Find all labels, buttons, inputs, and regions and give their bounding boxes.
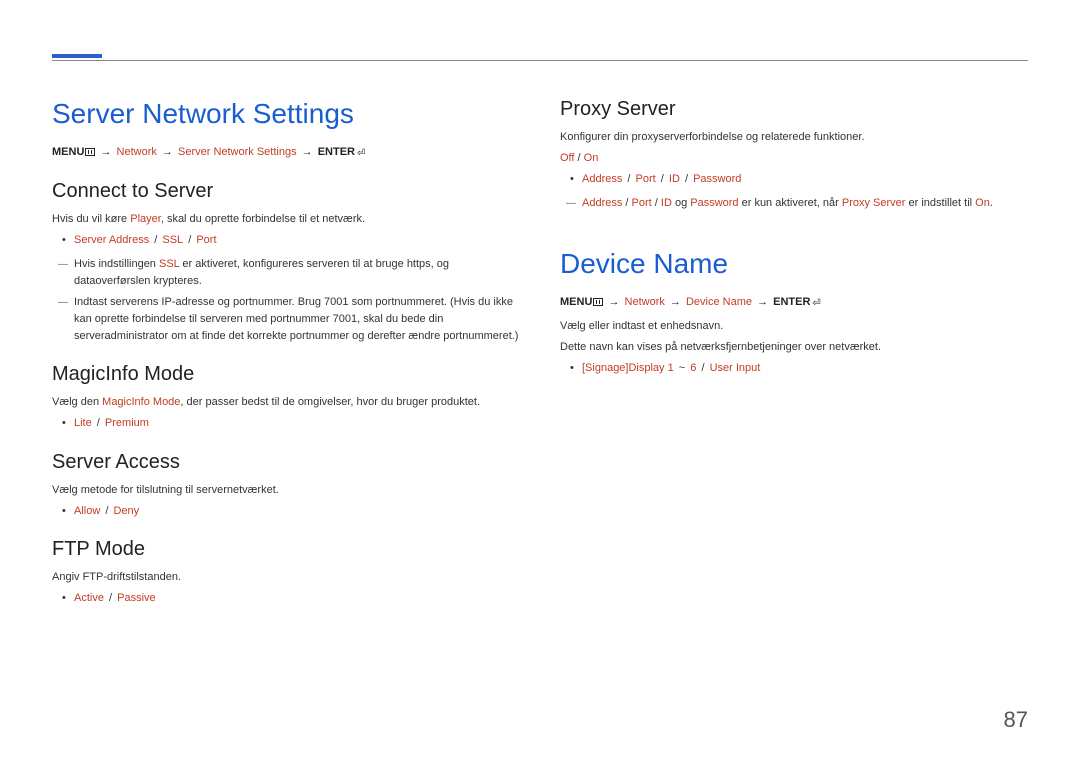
connect-note-port: Indtast serverens IP-adresse og portnumm… [52, 294, 520, 345]
device-line2: Dette navn kan vises på netværksfjernbet… [560, 339, 1028, 356]
breadcrumb-server-network: MENU → Network → Server Network Settings… [52, 144, 520, 162]
heading-connect-to-server: Connect to Server [52, 180, 520, 203]
breadcrumb-sns: Server Network Settings [178, 146, 297, 158]
menu-icon-2 [593, 298, 603, 306]
connect-note-ssl: Hvis indstillingen SSL er aktiveret, kon… [52, 256, 520, 290]
breadcrumb-enter: ENTER [318, 146, 355, 158]
breadcrumb-menu-2: MENU [560, 296, 592, 308]
header-accent [52, 54, 102, 58]
proxy-intro: Konfigurer din proxyserverforbindelse og… [560, 129, 1028, 146]
page-number: 87 [1004, 707, 1028, 733]
magic-options: Lite / Premium [52, 415, 520, 433]
access-options: Allow / Deny [52, 503, 520, 521]
enter-icon-2: ⏎ [812, 296, 820, 312]
heading-server-network-settings: Server Network Settings [52, 98, 520, 130]
breadcrumb-device-name: MENU → Network → Device Name → ENTER⏎ [560, 294, 1028, 312]
proxy-toggle: Off / On [560, 150, 1028, 167]
option-server-address: Server Address / SSL / Port [74, 232, 520, 250]
enter-icon: ⏎ [357, 146, 365, 162]
heading-proxy-server: Proxy Server [560, 98, 1028, 121]
access-intro: Vælg metode for tilslutning til serverne… [52, 482, 520, 499]
content-columns: Server Network Settings MENU → Network →… [52, 90, 1028, 614]
ftp-intro: Angiv FTP-driftstilstanden. [52, 569, 520, 586]
right-column: Proxy Server Konfigurer din proxyserverf… [560, 90, 1028, 614]
option-allow-deny: Allow / Deny [74, 503, 520, 521]
menu-icon [85, 148, 95, 156]
heading-server-access: Server Access [52, 451, 520, 474]
header-rule [52, 60, 1028, 61]
breadcrumb-network: Network [117, 146, 157, 158]
connect-options: Server Address / SSL / Port [52, 232, 520, 250]
ftp-options: Active / Passive [52, 590, 520, 608]
heading-ftp-mode: FTP Mode [52, 538, 520, 561]
left-column: Server Network Settings MENU → Network →… [52, 90, 520, 614]
proxy-note: Address / Port / ID og Password er kun a… [560, 195, 1028, 212]
device-line1: Vælg eller indtast et enhedsnavn. [560, 318, 1028, 335]
breadcrumb-network-2: Network [625, 296, 665, 308]
breadcrumb-menu: MENU [52, 146, 84, 158]
option-lite-premium: Lite / Premium [74, 415, 520, 433]
heading-magicinfo-mode: MagicInfo Mode [52, 363, 520, 386]
breadcrumb-devicename: Device Name [686, 296, 752, 308]
proxy-options: Address / Port / ID / Password [560, 171, 1028, 189]
option-signage-display: [Signage]Display 1 ~ 6 / User Input [582, 360, 1028, 378]
breadcrumb-enter-2: ENTER [773, 296, 810, 308]
heading-device-name: Device Name [560, 248, 1028, 280]
magic-intro: Vælg den MagicInfo Mode, der passer beds… [52, 394, 520, 411]
option-proxy-fields: Address / Port / ID / Password [582, 171, 1028, 189]
device-options: [Signage]Display 1 ~ 6 / User Input [560, 360, 1028, 378]
option-active-passive: Active / Passive [74, 590, 520, 608]
connect-intro: Hvis du vil køre Player, skal du oprette… [52, 211, 520, 228]
